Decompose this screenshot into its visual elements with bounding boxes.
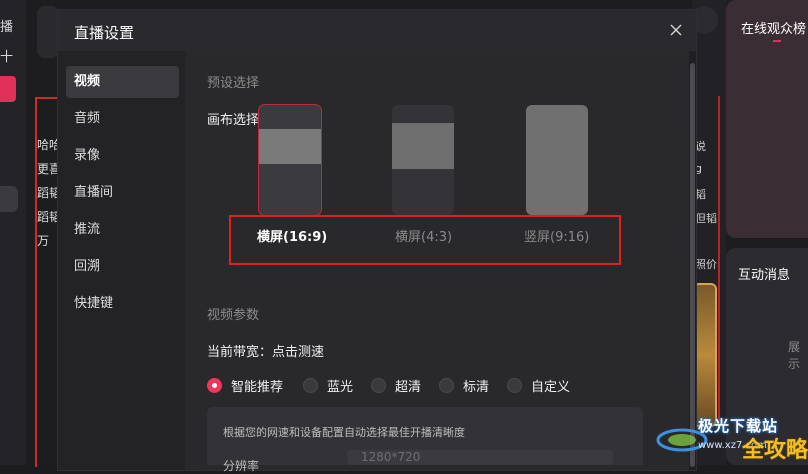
background-tab-underline [773, 40, 781, 42]
dialog-header: 直播设置 [58, 10, 696, 51]
radio-custom[interactable] [507, 378, 522, 393]
background-gray-button [0, 186, 18, 212]
quality-info-text: 根据您的网速和设备配置自动选择最佳开播清晰度 [223, 426, 465, 439]
radio-bluray[interactable] [303, 378, 318, 393]
background-audience-title: 在线观众榜 [741, 22, 807, 37]
annotation-highlight-box [229, 215, 621, 265]
background-chat-text: 但韬 [695, 212, 717, 225]
background-photo-thumbnail [693, 283, 717, 427]
radio-smart-recommend[interactable] [207, 378, 222, 393]
nav-item-playback[interactable]: 回溯 [66, 251, 179, 283]
canvas-option-9-16[interactable] [526, 105, 588, 215]
radio-label-smart-recommend[interactable]: 智能推荐 [231, 376, 283, 395]
canvas-preview-4-3 [392, 123, 454, 169]
background-stage-text: 更喜 [37, 162, 57, 176]
radio-standard[interactable] [439, 378, 454, 393]
resolution-label: 分辨率 [223, 459, 260, 473]
background-pink-button [0, 76, 16, 102]
dialog-title: 直播设置 [74, 24, 135, 42]
nav-item-live-room[interactable]: 直播间 [66, 177, 179, 209]
video-params-section-title: 视频参数 [207, 308, 260, 323]
nav-item-audio[interactable]: 音频 [66, 103, 179, 135]
background-left-label: 播 [0, 20, 14, 35]
radio-label-standard[interactable]: 标清 [463, 376, 489, 395]
close-button[interactable] [666, 20, 686, 40]
background-stage-text: 蹈韬 [37, 210, 57, 224]
nav-item-stream[interactable]: 推流 [66, 214, 179, 246]
background-stage-text: 万 [37, 234, 50, 248]
background-chat-text: 韬 [695, 188, 706, 201]
background-stage-text: 哈哈 [37, 138, 57, 152]
nav-item-shortcuts[interactable]: 快捷键 [66, 288, 179, 320]
background-top-card [37, 6, 59, 58]
background-chat-text: 说 [695, 140, 706, 153]
radio-ultra-hd[interactable] [371, 378, 386, 393]
canvas-preview-16-9 [259, 129, 321, 164]
radio-label-ultra-hd[interactable]: 超清 [395, 376, 421, 395]
scrollbar-thumb[interactable] [690, 63, 695, 467]
background-faint-text: 展示 [788, 340, 801, 371]
resolution-input[interactable]: 1280*720 [347, 450, 613, 465]
background-add-icon: 十 [0, 50, 14, 65]
nav-item-recording[interactable]: 录像 [66, 140, 179, 172]
radio-label-custom[interactable]: 自定义 [531, 376, 570, 395]
nav-item-video[interactable]: 视频 [66, 66, 179, 98]
background-left-rail [0, 0, 26, 465]
settings-nav: 视频 音频 录像 直播间 推流 回溯 快捷键 [58, 51, 185, 470]
background-chat-text: 照价 [695, 258, 717, 271]
canvas-option-4-3[interactable] [392, 105, 454, 215]
watermark-brand: 全攻略 [742, 438, 808, 463]
canvas-option-16-9[interactable] [259, 105, 321, 215]
radio-label-bluray[interactable]: 蓝光 [327, 376, 353, 395]
preset-section-title: 预设选择 [207, 76, 260, 91]
background-interaction-title: 互动消息 [738, 268, 791, 283]
background-chat-text: g [695, 162, 702, 175]
canvas-select-label: 画布选择 [207, 113, 260, 128]
bandwidth-label[interactable]: 当前带宽：点击测速 [207, 341, 324, 360]
background-stage-text: 蹈韬 [37, 186, 57, 200]
live-settings-dialog: 直播设置 视频 音频 录像 直播间 推流 回溯 快捷键 预设选择 画布选择 横屏… [58, 10, 696, 470]
close-icon [670, 24, 682, 36]
